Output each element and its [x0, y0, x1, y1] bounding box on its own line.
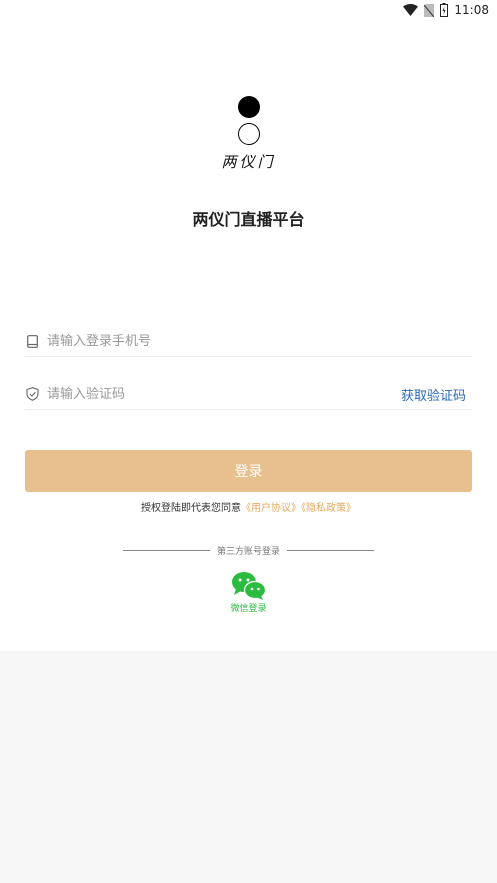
- logo-text: 两仪门: [221, 153, 276, 171]
- phone-icon: [25, 334, 39, 348]
- agreement-prefix: 授权登陆即代表您同意: [141, 503, 241, 514]
- app-logo: 两仪门: [0, 96, 497, 172]
- wechat-icon: [0, 571, 497, 601]
- privacy-policy-link[interactable]: 《隐私政策》: [301, 503, 356, 514]
- wifi-icon: [403, 4, 419, 16]
- code-input[interactable]: [47, 386, 401, 402]
- get-code-button[interactable]: 获取验证码: [401, 385, 466, 404]
- third-party-label: 第三方账号登录: [217, 547, 281, 557]
- no-sim-icon: [424, 3, 435, 17]
- shield-check-icon: [25, 387, 39, 401]
- divider-line-right: [287, 550, 375, 551]
- phone-input[interactable]: [47, 333, 472, 349]
- code-field: 获取验证码: [25, 379, 472, 410]
- agreement-text: 授权登陆即代表您同意《用户协议》《隐私政策》: [0, 499, 497, 514]
- logo-ring-circle: [237, 123, 260, 145]
- app-title: 两仪门直播平台: [192, 210, 305, 229]
- wechat-login-button[interactable]: 微信登录: [0, 571, 497, 614]
- login-screen: 11:08 两仪门 两仪门直播平台 获取验证码 登录 授权登陆即代表您同意《用户…: [0, 0, 497, 651]
- clock: 11:08: [454, 3, 489, 17]
- status-bar: 11:08: [0, 0, 497, 22]
- battery-icon: [440, 3, 449, 17]
- phone-field: [25, 326, 472, 357]
- third-party-divider: 第三方账号登录: [123, 544, 375, 557]
- divider-line-left: [123, 550, 210, 551]
- logo-solid-circle: [237, 96, 260, 118]
- user-agreement-link[interactable]: 《用户协议》: [241, 503, 301, 514]
- status-icons: 11:08: [403, 3, 489, 17]
- login-button[interactable]: 登录: [25, 450, 472, 492]
- wechat-login-label: 微信登录: [230, 604, 267, 614]
